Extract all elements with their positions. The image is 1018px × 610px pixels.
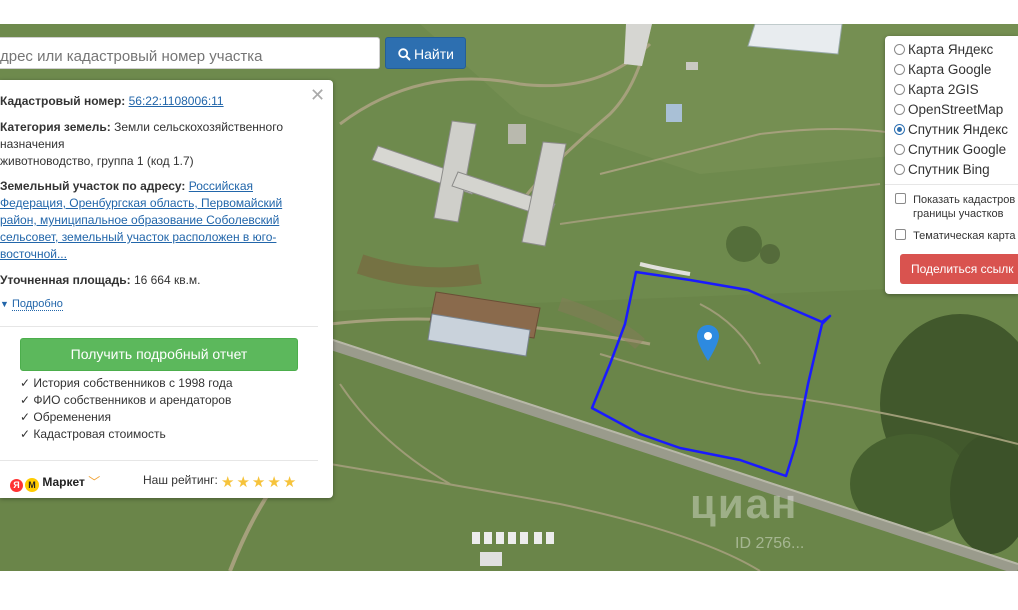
divider [0, 326, 318, 327]
address-link-line3[interactable]: район, муниципальное образование Соболев… [0, 213, 279, 227]
yandex-logo-icon: Я [10, 479, 23, 492]
address-row: Земельный участок по адресу: Российская … [0, 178, 295, 263]
layer-option-label: Карта Яндекс [908, 42, 994, 57]
checkbox[interactable] [895, 193, 906, 204]
watermark-id: ID 2756... [735, 535, 805, 552]
search-icon [398, 48, 411, 64]
radio-icon[interactable] [894, 64, 905, 75]
bottom-white-strip [0, 571, 1018, 610]
layer-option-label: Карта 2GIS [908, 82, 979, 97]
feature-item: ✓ История собственников с 1998 года [20, 376, 233, 390]
checkbox-label-cont: границы участков [913, 208, 1004, 220]
layer-option-bing-satellite[interactable]: Спутник Bing [894, 161, 990, 179]
star-icon: ★ [282, 474, 297, 491]
layer-option-label: Спутник Яндекс [908, 122, 1009, 137]
cadastral-number-label: Кадастровый номер: [0, 94, 126, 108]
star-icon: ★ [236, 474, 250, 491]
cadastral-number-link[interactable]: 56:22:1108006:11 [129, 94, 224, 108]
radio-icon[interactable] [894, 104, 905, 115]
address-link-line2[interactable]: Федерация, Оренбургская область, Первома… [0, 196, 282, 210]
layer-option-yandex-satellite[interactable]: Спутник Яндекс [894, 121, 1008, 139]
radio-icon[interactable] [894, 44, 905, 55]
radio-icon[interactable] [894, 164, 905, 175]
watermark: циан [690, 480, 799, 527]
address-link-line5[interactable]: восточной... [0, 247, 67, 261]
top-white-strip [0, 0, 1018, 24]
checkbox-label: Показать кадастров [913, 194, 1016, 206]
close-icon[interactable]: ✕ [310, 86, 326, 104]
checkbox[interactable] [895, 229, 906, 240]
map-layers-panel: Карта Яндекс Карта Google Карта 2GIS Ope… [885, 36, 1018, 294]
map-pin-icon[interactable] [697, 325, 719, 366]
layer-option-label: Спутник Bing [908, 162, 990, 177]
rating-label: Наш рейтинг: [143, 473, 218, 487]
address-link-line1[interactable]: Российская [189, 179, 253, 193]
chevron-down-icon: ﹀ [88, 475, 101, 489]
land-category-value: Земли сельскохозяйственного [114, 120, 284, 134]
layer-option-label: Спутник Google [908, 142, 1007, 157]
show-cadastral-checkbox-row[interactable]: Показать кадастров границы участков [895, 193, 1015, 221]
layer-option-label: Карта Google [908, 62, 992, 77]
parcel-info-panel: ✕ Кадастровый номер: 56:22:1108006:11 Ка… [0, 80, 333, 498]
search-button-label: Найти [414, 46, 454, 62]
land-category-label: Категория земель: [0, 120, 111, 134]
details-toggle-label: Подробно [11, 298, 63, 311]
share-link-button[interactable]: Поделиться ссылк [900, 254, 1018, 284]
feature-item: ✓ Кадастровая стоимость [20, 427, 166, 441]
layer-option-yandex-map[interactable]: Карта Яндекс [894, 41, 993, 59]
divider [0, 460, 318, 461]
market-label: Маркет [42, 475, 85, 489]
layer-option-openstreetmap[interactable]: OpenStreetMap [894, 101, 1003, 119]
area-row: Уточненная площадь: 16 664 кв.м. [0, 272, 295, 289]
market-logo-icon: M [25, 478, 39, 492]
radio-icon[interactable] [894, 84, 905, 95]
star-icon: ★ [221, 474, 235, 491]
area-label: Уточненная площадь: [0, 273, 131, 287]
radio-icon[interactable] [894, 144, 905, 155]
search-button[interactable]: Найти [385, 37, 466, 69]
layer-option-2gis-map[interactable]: Карта 2GIS [894, 81, 979, 99]
layer-option-google-satellite[interactable]: Спутник Google [894, 141, 1006, 159]
address-label: Земельный участок по адресу: [0, 179, 186, 193]
layer-option-label: OpenStreetMap [908, 102, 1004, 117]
feature-item: ✓ Обременения [20, 410, 111, 424]
triangle-down-icon: ▼ [0, 299, 9, 309]
feature-item: ✓ ФИО собственников и арендаторов [20, 393, 232, 407]
address-link-line4[interactable]: сельсовет, земельный участок расположен … [0, 230, 276, 244]
land-category-row: Категория земель: Земли сельскохозяйстве… [0, 119, 295, 170]
area-value: 16 664 кв.м. [133, 273, 201, 287]
layer-option-google-map[interactable]: Карта Google [894, 61, 991, 79]
yandex-market-badge[interactable]: ЯM Маркет ﹀ [10, 473, 100, 492]
land-category-value-cont: назначения [0, 137, 65, 151]
details-toggle[interactable]: ▼ Подробно [0, 298, 63, 311]
land-usage-value: животноводство, группа 1 (код 1.7) [0, 154, 194, 168]
divider [885, 184, 1018, 185]
checkbox-label: Тематическая карта [913, 230, 1016, 242]
star-icon: ★ [251, 474, 266, 491]
get-report-button[interactable]: Получить подробный отчет [20, 338, 298, 371]
star-icon: ★ [267, 474, 281, 491]
cadastral-number-row: Кадастровый номер: 56:22:1108006:11 [0, 93, 295, 110]
rating-stars: ★ ★ ★ ★ ★ [221, 473, 298, 491]
radio-selected-icon[interactable] [894, 124, 905, 135]
thematic-map-checkbox-row[interactable]: Тематическая карта [895, 229, 1016, 243]
search-input[interactable] [0, 37, 380, 69]
